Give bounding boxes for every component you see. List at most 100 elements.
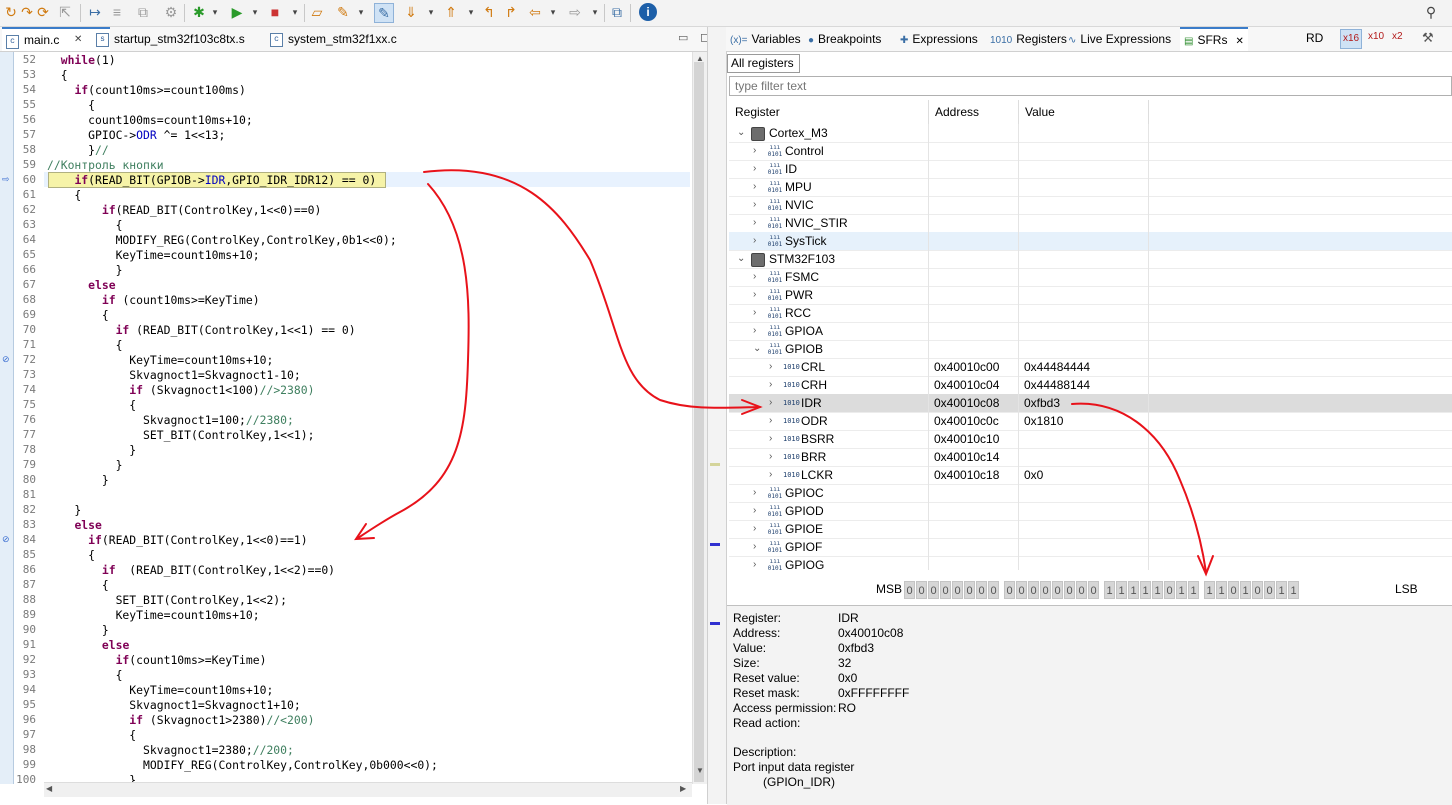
bit-cell[interactable]: 0	[1264, 581, 1275, 599]
code-line[interactable]: if (Skvagnoct1>2380)//<200)	[47, 713, 314, 727]
bit-cell[interactable]: 0	[1064, 581, 1075, 599]
external-tools-icon[interactable]: ■	[266, 3, 284, 21]
column-header-register[interactable]: Register	[729, 100, 929, 124]
bit-cell[interactable]: 1	[1188, 581, 1199, 599]
register-row[interactable]: › ııı 0101 GPIOA	[729, 322, 1452, 341]
chevron-down-icon[interactable]: ⌄	[737, 124, 745, 142]
register-row[interactable]: › ııı 0101 PWR	[729, 286, 1452, 305]
run-icon[interactable]: ▶	[228, 3, 246, 21]
bit-cell[interactable]: 0	[916, 581, 927, 599]
reset-icon[interactable]: ⟳	[34, 3, 52, 21]
column-header-address[interactable]: Address	[929, 100, 1019, 124]
register-row[interactable]: › ııı 0101 FSMC	[729, 268, 1452, 287]
tab-registers[interactable]: 1010 Registers	[990, 27, 1067, 51]
code-line[interactable]: else	[47, 278, 115, 292]
register-row[interactable]: ⌄ ııı 0101 GPIOB	[729, 340, 1452, 359]
chevron-right-icon[interactable]: ›	[753, 538, 756, 556]
chevron-right-icon[interactable]: ›	[753, 268, 756, 286]
register-row[interactable]: › ııı 0101 GPIOE	[729, 520, 1452, 539]
code-line[interactable]: if(READ_BIT(GPIOB->IDR,GPIO_IDR_IDR12) =…	[47, 173, 376, 187]
run-dropdown-icon[interactable]: ▾	[250, 3, 260, 21]
last-edit-icon[interactable]: ↰	[480, 3, 498, 21]
chevron-right-icon[interactable]: ›	[753, 322, 756, 340]
filter-input[interactable]	[729, 76, 1452, 96]
register-row[interactable]: › ııı 0101 NVIC_STIR	[729, 214, 1452, 233]
register-row[interactable]: › 1010 BSRR 0x40010c10	[729, 430, 1452, 449]
back-dropdown-icon[interactable]: ▾	[548, 3, 558, 21]
code-line[interactable]: }	[47, 443, 136, 457]
chevron-right-icon[interactable]: ›	[753, 502, 756, 520]
bit-cell[interactable]: 0	[1016, 581, 1027, 599]
bit-cell[interactable]: 0	[988, 581, 999, 599]
chevron-right-icon[interactable]: ›	[753, 286, 756, 304]
chevron-right-icon[interactable]: ›	[769, 448, 772, 466]
overview-marker[interactable]	[710, 463, 720, 466]
code-line[interactable]: {	[47, 338, 123, 352]
bit-cell[interactable]: 0	[976, 581, 987, 599]
register-row[interactable]: › ııı 0101 RCC	[729, 304, 1452, 323]
code-line[interactable]: if(READ_BIT(ControlKey,1<<0)==0)	[47, 203, 321, 217]
hex-format-button[interactable]: x16	[1340, 29, 1362, 49]
register-row[interactable]: › ııı 0101 ID	[729, 160, 1452, 179]
close-icon[interactable]: ✕	[1235, 36, 1243, 47]
scroll-thumb[interactable]	[694, 62, 704, 782]
code-line[interactable]: {	[47, 68, 68, 82]
bit-cell[interactable]: 0	[1052, 581, 1063, 599]
register-row[interactable]: ⌄ Cortex_M3	[729, 124, 1452, 143]
bit-cell[interactable]: 1	[1116, 581, 1127, 599]
highlight-icon[interactable]: ✎	[374, 3, 394, 23]
debug-icon[interactable]: ✱	[190, 3, 208, 21]
horizontal-scrollbar[interactable]: ◀ ▶	[44, 782, 692, 797]
register-row[interactable]: › 1010 CRH 0x40010c04 0x44488144	[729, 376, 1452, 395]
code-line[interactable]: {	[47, 98, 95, 112]
chevron-right-icon[interactable]: ›	[753, 520, 756, 538]
register-row[interactable]: ⌄ STM32F103	[729, 250, 1452, 269]
register-row[interactable]: › ııı 0101 GPIOD	[729, 502, 1452, 521]
code-line[interactable]: }	[47, 503, 81, 517]
chevron-right-icon[interactable]: ›	[753, 304, 756, 322]
pin-dropdown-icon[interactable]: ▾	[356, 3, 366, 21]
bit-cell[interactable]: 1	[1240, 581, 1251, 599]
code-line[interactable]: if(count10ms>=count100ms)	[47, 83, 245, 97]
code-line[interactable]: KeyTime=count10ms+10;	[47, 353, 273, 367]
tab-live-expressions[interactable]: ∿ Live Expressions	[1068, 27, 1171, 51]
code-line[interactable]: if (count10ms>=KeyTime)	[47, 293, 260, 307]
prev-annotation-dropdown-icon[interactable]: ▾	[466, 3, 476, 21]
bit-cell[interactable]: 0	[964, 581, 975, 599]
prev-annotation-icon[interactable]: ⇑	[442, 3, 460, 21]
tab-system-c[interactable]: c system_stm32f1xx.c	[266, 27, 438, 51]
chevron-down-icon[interactable]: ⌄	[753, 340, 761, 358]
next-annotation-dropdown-icon[interactable]: ▾	[426, 3, 436, 21]
open-folder-icon[interactable]: ▱	[308, 3, 326, 21]
code-line[interactable]: {	[47, 548, 95, 562]
code-line[interactable]: }	[47, 263, 123, 277]
bit-cell[interactable]: 1	[1152, 581, 1163, 599]
code-line[interactable]: {	[47, 728, 136, 742]
scroll-down-icon[interactable]: ▼	[696, 766, 704, 775]
code-line[interactable]: if (READ_BIT(ControlKey,1<<2)==0)	[47, 563, 335, 577]
forward-dropdown-icon[interactable]: ▾	[590, 3, 600, 21]
code-line[interactable]: count100ms=count10ms+10;	[47, 113, 253, 127]
register-row[interactable]: › ııı 0101 GPIOG	[729, 556, 1452, 570]
code-line[interactable]: while(1)	[47, 53, 116, 67]
step-into-icon[interactable]: ↦	[86, 3, 104, 21]
decimal-format-button[interactable]: x10	[1368, 31, 1384, 42]
bit-cell[interactable]: 0	[952, 581, 963, 599]
code-line[interactable]: //Контроль кнопки	[47, 158, 164, 172]
info-icon[interactable]: i	[639, 3, 657, 21]
register-row[interactable]: › 1010 ODR 0x40010c0c 0x1810	[729, 412, 1452, 431]
rd-button[interactable]: RD	[1306, 31, 1323, 45]
code-line[interactable]: {	[47, 578, 109, 592]
code-line[interactable]: GPIOC->ODR ^= 1<<13;	[47, 128, 225, 142]
bit-cell[interactable]: 0	[940, 581, 951, 599]
code-line[interactable]: {	[47, 218, 123, 232]
chevron-right-icon[interactable]: ›	[769, 376, 772, 394]
code-line[interactable]: }	[47, 458, 123, 472]
register-row[interactable]: › 1010 IDR 0x40010c08 0xfbd3	[729, 394, 1452, 413]
scroll-up-icon[interactable]: ▲	[696, 54, 704, 63]
chevron-right-icon[interactable]: ›	[769, 466, 772, 484]
forward-icon[interactable]: ⇨	[566, 3, 584, 21]
close-icon[interactable]: ✕	[74, 29, 82, 51]
disconnect-icon[interactable]: ⇱	[56, 3, 74, 21]
chevron-right-icon[interactable]: ›	[753, 142, 756, 160]
